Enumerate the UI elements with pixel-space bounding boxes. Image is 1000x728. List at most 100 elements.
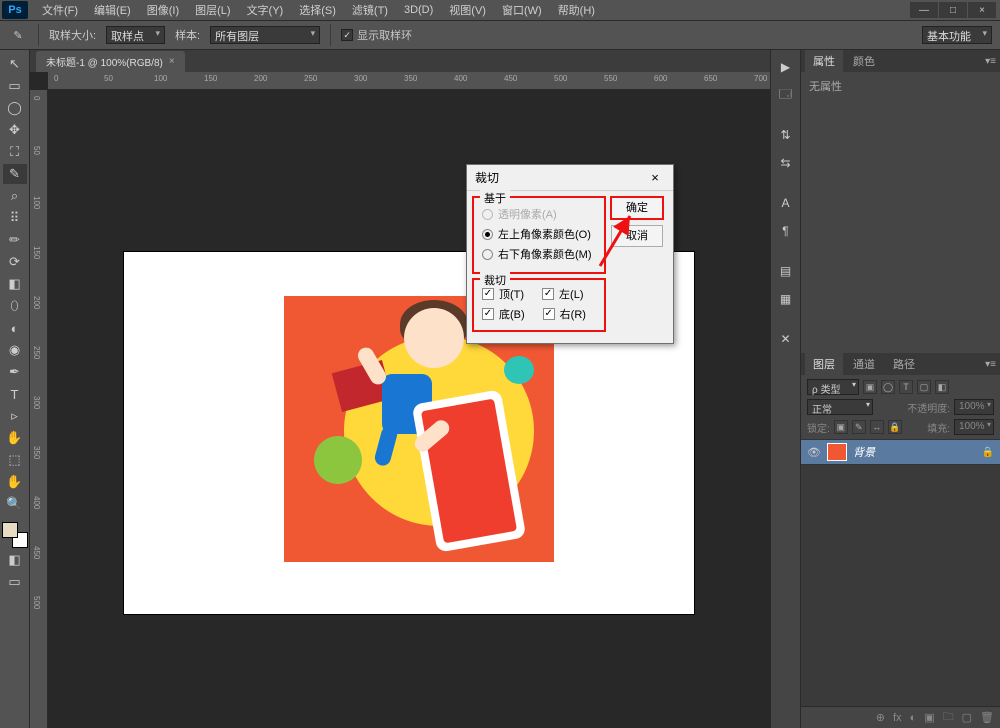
delete-layer-icon[interactable]: 🗑 — [980, 711, 994, 724]
layer-thumbnail[interactable] — [827, 443, 847, 461]
navigator-icon[interactable]: 🗔 — [775, 84, 797, 106]
blend-mode-select[interactable]: 正常 — [807, 399, 873, 415]
menu-image[interactable]: 图像(I) — [139, 0, 187, 20]
filter-text-icon[interactable]: T — [899, 380, 913, 394]
marquee-tool[interactable]: ▭ — [3, 76, 27, 96]
type-tool[interactable]: T — [3, 384, 27, 404]
lock-pixels-icon[interactable]: ✎ — [852, 420, 866, 434]
menu-select[interactable]: 选择(S) — [291, 0, 344, 20]
gradient-tool[interactable]: ⬯ — [3, 296, 27, 316]
document-title: 未标题-1 @ 100%(RGB/8) — [46, 54, 163, 69]
actions-icon[interactable]: ✕ — [775, 328, 797, 350]
lock-position-icon[interactable]: ↔ — [870, 420, 884, 434]
adjustments-icon[interactable]: ⇅ — [775, 124, 797, 146]
brush-tool[interactable]: ⠿ — [3, 208, 27, 228]
layer-name[interactable]: 背景 — [853, 444, 875, 460]
opacity-label: 不透明度: — [907, 400, 950, 415]
document-close-icon[interactable]: × — [169, 56, 175, 67]
foreground-swatch[interactable] — [2, 522, 18, 538]
character-icon[interactable]: A — [775, 192, 797, 214]
dialog-titlebar[interactable]: 裁切 × — [467, 165, 673, 191]
history-brush-tool[interactable]: ⟳ — [3, 252, 27, 272]
menu-view[interactable]: 视图(V) — [441, 0, 494, 20]
crop-tool[interactable]: ⛶ — [3, 142, 27, 162]
radio-bottom-right[interactable]: 右下角像素颜色(M) — [482, 244, 596, 264]
menu-file[interactable]: 文件(F) — [34, 0, 86, 20]
mask-icon[interactable]: ◐ — [910, 712, 917, 724]
menu-type[interactable]: 文字(Y) — [239, 0, 292, 20]
chk-top[interactable]: ✓顶(T) — [482, 286, 524, 302]
move-tool[interactable]: ↖ — [3, 54, 27, 74]
menu-edit[interactable]: 编辑(E) — [86, 0, 139, 20]
menu-window[interactable]: 窗口(W) — [494, 0, 550, 20]
fill-value[interactable]: 100% — [954, 419, 994, 435]
tab-paths[interactable]: 路径 — [885, 353, 923, 375]
screenmode-icon[interactable]: ▭ — [3, 572, 27, 592]
menu-filter[interactable]: 滤镜(T) — [344, 0, 396, 20]
menu-help[interactable]: 帮助(H) — [550, 0, 603, 20]
group-icon[interactable]: 🗀 — [943, 708, 954, 727]
document-tab[interactable]: 未标题-1 @ 100%(RGB/8) × — [36, 51, 185, 72]
radio-top-left[interactable]: 左上角像素颜色(O) — [482, 224, 596, 244]
window-minimize[interactable]: — — [910, 2, 938, 18]
tab-channels[interactable]: 通道 — [845, 353, 883, 375]
quickmask-icon[interactable]: ◧ — [3, 550, 27, 570]
lock-all-icon[interactable]: 🔒 — [888, 420, 902, 434]
lock-transparency-icon[interactable]: ▣ — [834, 420, 848, 434]
show-sampling-ring[interactable]: ✓ 显示取样环 — [341, 27, 412, 43]
blur-tool[interactable]: ◐ — [3, 318, 27, 338]
chk-bottom[interactable]: ✓底(B) — [482, 306, 525, 322]
dialog-close-button[interactable]: × — [645, 170, 665, 185]
fx-icon[interactable]: fx — [893, 712, 902, 724]
path-select-tool[interactable]: ▹ — [3, 406, 27, 426]
new-layer-icon[interactable]: ▢ — [962, 711, 972, 724]
lasso-tool[interactable]: ◯ — [3, 98, 27, 118]
menu-layer[interactable]: 图层(L) — [187, 0, 238, 20]
filter-pixel-icon[interactable]: ▣ — [863, 380, 877, 394]
filter-adjust-icon[interactable]: ◯ — [881, 380, 895, 394]
healing-tool[interactable]: ⌕ — [3, 186, 27, 206]
styles-icon[interactable]: ⇆ — [775, 152, 797, 174]
pen-tool[interactable]: ✒ — [3, 362, 27, 382]
swatches-icon[interactable]: ▤ — [775, 260, 797, 282]
workspace-select[interactable]: 基本功能 — [922, 26, 992, 44]
layers-menu-icon[interactable]: ▾≡ — [985, 359, 996, 370]
rotate-view-tool[interactable]: ✋ — [3, 472, 27, 492]
document-area: 未标题-1 @ 100%(RGB/8) × 050 100150 200250 … — [30, 50, 770, 728]
libraries-icon[interactable]: ▦ — [775, 288, 797, 310]
cancel-button[interactable]: 取消 — [611, 225, 663, 247]
layer-filter-kind[interactable]: ρ 类型 — [807, 379, 859, 395]
stamp-tool[interactable]: ✏ — [3, 230, 27, 250]
filter-shape-icon[interactable]: ▢ — [917, 380, 931, 394]
filter-smart-icon[interactable]: ◧ — [935, 380, 949, 394]
dodge-tool[interactable]: ◉ — [3, 340, 27, 360]
layers-empty-area[interactable] — [801, 465, 1000, 706]
ok-button[interactable]: 确定 — [611, 197, 663, 219]
tab-layers[interactable]: 图层 — [805, 353, 843, 375]
paragraph-icon[interactable]: ¶ — [775, 220, 797, 242]
history-icon[interactable]: ▶ — [775, 56, 797, 78]
sample-size-select[interactable]: 取样点 — [106, 26, 165, 44]
opacity-value[interactable]: 100% — [954, 399, 994, 415]
link-layers-icon[interactable]: ⊕ — [876, 711, 885, 724]
panel-menu-icon[interactable]: ▾≡ — [985, 56, 996, 67]
dialog-title: 裁切 — [475, 169, 499, 186]
tab-color[interactable]: 颜色 — [845, 50, 883, 72]
adjustment-layer-icon[interactable]: ▣ — [924, 711, 934, 724]
zoom-tool[interactable]: 🔍 — [3, 494, 27, 514]
eyedropper-tool[interactable]: ✎ — [3, 164, 27, 184]
color-swatches[interactable] — [2, 522, 28, 548]
chk-right[interactable]: ✓右(R) — [543, 306, 586, 322]
hand-tool[interactable]: ⬚ — [3, 450, 27, 470]
shape-tool[interactable]: ✋ — [3, 428, 27, 448]
tab-properties[interactable]: 属性 — [805, 50, 843, 72]
quick-select-tool[interactable]: ✥ — [3, 120, 27, 140]
chk-left[interactable]: ✓左(L) — [542, 286, 583, 302]
window-close[interactable]: × — [968, 2, 996, 18]
window-maximize[interactable]: □ — [939, 2, 967, 18]
visibility-icon[interactable]: 👁 — [807, 446, 821, 459]
sample-select[interactable]: 所有图层 — [210, 26, 320, 44]
menu-3d[interactable]: 3D(D) — [396, 2, 441, 18]
eraser-tool[interactable]: ◧ — [3, 274, 27, 294]
layer-row-background[interactable]: 👁 背景 🔒 — [801, 439, 1000, 465]
